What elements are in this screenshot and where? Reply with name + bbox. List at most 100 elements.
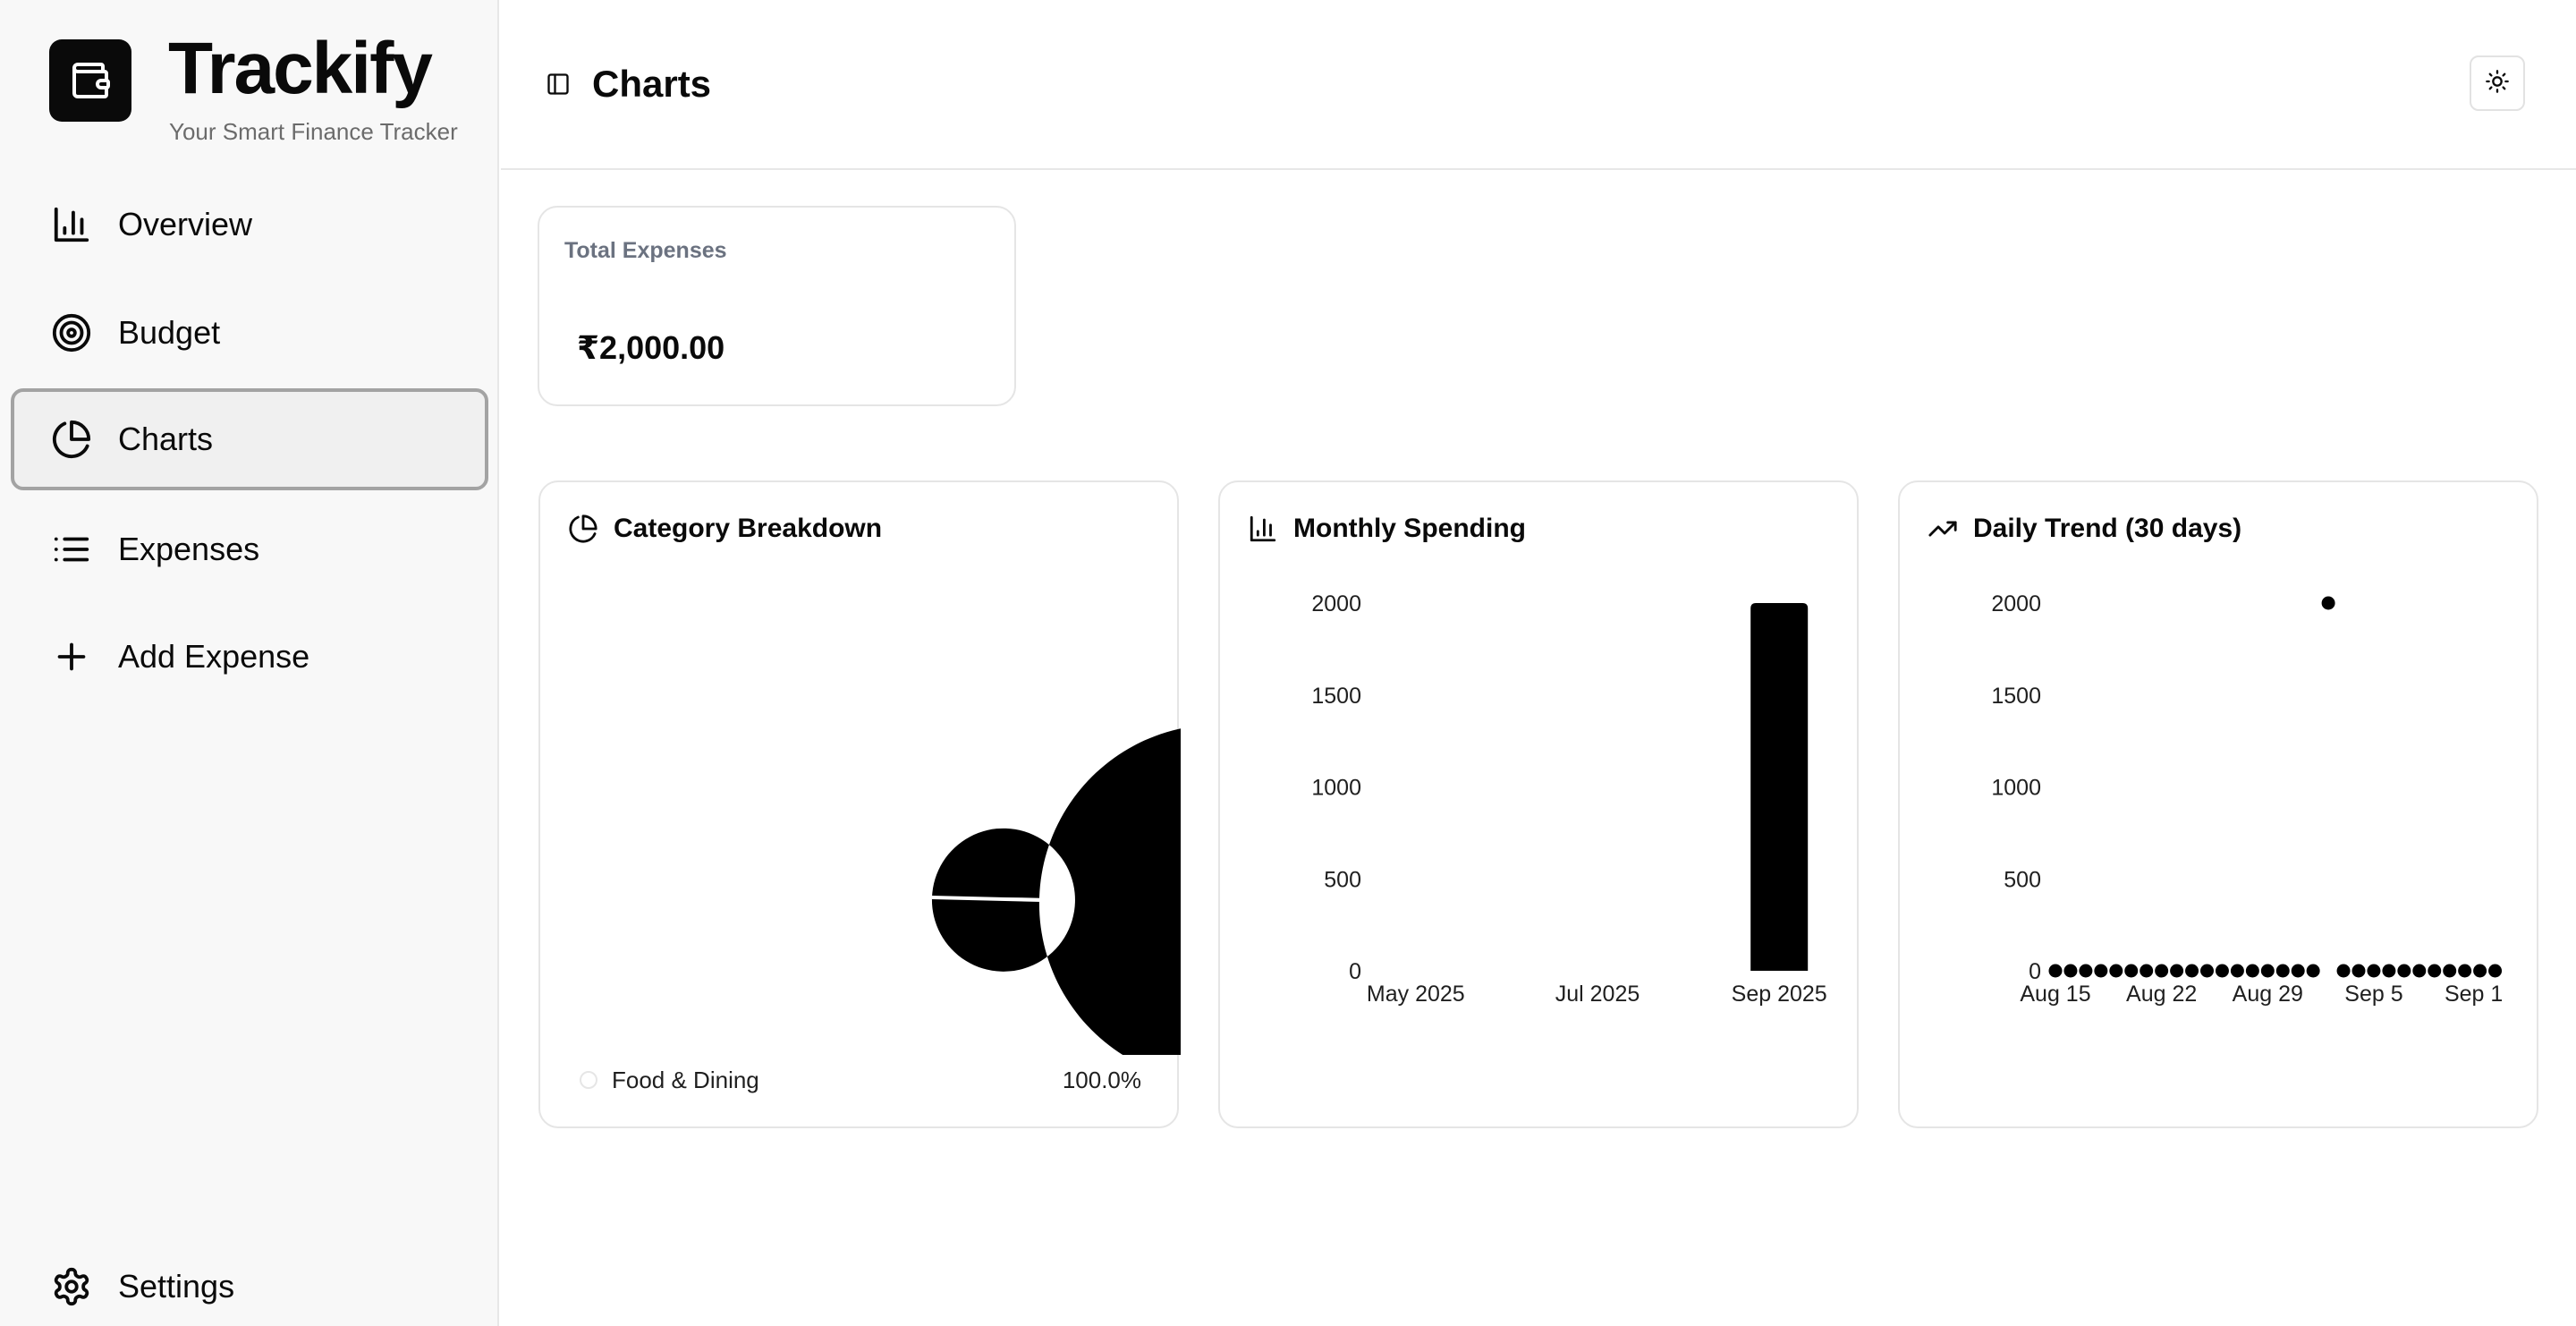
- stat-label: Total Expenses: [564, 238, 727, 263]
- sidebar-item-budget[interactable]: Budget: [11, 282, 488, 384]
- data-point: [2306, 964, 2320, 978]
- monthly-bar-chart: 0 500 1000 1500 2000 May 2025 Jul 2025 Sep 2025: [1311, 591, 1827, 1007]
- legend-swatch: [580, 1071, 597, 1089]
- data-point: [2048, 964, 2063, 978]
- page-title: Charts: [592, 63, 712, 105]
- data-point: [2275, 964, 2290, 978]
- y-tick-label: 500: [2004, 867, 2041, 892]
- data-point: [2291, 964, 2305, 978]
- sidebar-item-label: Budget: [118, 314, 221, 351]
- card-header: Daily Trend (30 days): [1925, 509, 2241, 548]
- sidebar-item-label: Expenses: [118, 531, 260, 567]
- stat-value: ₹2,000.00: [577, 329, 725, 366]
- x-tick-label: Aug 15: [2020, 982, 2090, 1007]
- pie-chart-icon: [50, 418, 93, 461]
- data-point: [2321, 596, 2335, 610]
- trending-up-icon: [1925, 511, 1961, 547]
- sidebar-item-label: Overview: [118, 206, 253, 242]
- sidebar: Trackify Your Smart Finance Tracker Over…: [0, 0, 499, 1326]
- daily-trend-card: Daily Trend (30 days) 0 500 1000 1500 2000 Au…: [1898, 480, 2538, 1128]
- theme-toggle-button[interactable]: [2470, 55, 2525, 111]
- y-tick-label: 1000: [1991, 776, 2041, 801]
- data-point: [2351, 964, 2366, 978]
- data-point: [2428, 964, 2442, 978]
- y-tick-label: 1500: [1991, 684, 2041, 709]
- app-title: Trackify: [168, 28, 433, 109]
- bar-chart-icon: [50, 203, 93, 246]
- y-tick-label: 1500: [1311, 684, 1361, 709]
- app-subtitle: Your Smart Finance Tracker: [169, 118, 458, 145]
- brand: Trackify Your Smart Finance Tracker: [49, 32, 487, 152]
- data-point: [2488, 964, 2503, 978]
- gear-icon: [50, 1265, 93, 1308]
- y-tick-label: 1000: [1311, 776, 1361, 801]
- data-point: [2063, 964, 2078, 978]
- sidebar-item-expenses[interactable]: Expenses: [11, 498, 488, 600]
- data-point: [2094, 964, 2108, 978]
- card-header: Category Breakdown: [565, 509, 882, 548]
- data-point: [2260, 964, 2275, 978]
- data-point: [2200, 964, 2214, 978]
- x-tick-label: Aug 29: [2233, 982, 2303, 1007]
- bar: [1750, 603, 1809, 971]
- data-point: [2245, 964, 2259, 978]
- pie-slice: [931, 728, 1181, 1055]
- data-point: [2458, 964, 2472, 978]
- legend-item: Food & Dining 100.0%: [580, 1062, 1141, 1098]
- legend-value: 100.0%: [1062, 1066, 1141, 1093]
- sun-icon: [2485, 69, 2510, 98]
- card-header: Monthly Spending: [1245, 509, 1526, 548]
- y-tick-label: 2000: [1311, 591, 1361, 616]
- sidebar-item-charts[interactable]: Charts: [11, 388, 488, 490]
- data-point: [2170, 964, 2184, 978]
- legend-name: Food & Dining: [612, 1066, 759, 1093]
- card-title: Monthly Spending: [1293, 514, 1526, 543]
- x-tick-label: May 2025: [1367, 982, 1465, 1007]
- sidebar-item-label: Settings: [118, 1268, 235, 1305]
- x-tick-label: Sep 5: [2344, 982, 2402, 1007]
- x-tick-label: Jul 2025: [1555, 982, 1640, 1007]
- data-point: [2473, 964, 2487, 978]
- data-point: [2367, 964, 2381, 978]
- y-tick-label: 0: [1349, 959, 1361, 984]
- data-point: [2124, 964, 2139, 978]
- sidebar-item-overview[interactable]: Overview: [11, 174, 488, 276]
- x-tick-label: Sep 12: [2445, 982, 2503, 1007]
- category-pie-chart: [931, 728, 1181, 1055]
- sidebar-toggle-icon[interactable]: [540, 66, 576, 102]
- data-point: [2382, 964, 2396, 978]
- data-point: [2109, 964, 2123, 978]
- data-point: [2185, 964, 2199, 978]
- data-point: [2336, 964, 2351, 978]
- list-icon: [50, 528, 93, 571]
- plus-icon: [50, 635, 93, 678]
- data-point: [2397, 964, 2411, 978]
- sidebar-item-add-expense[interactable]: Add Expense: [11, 606, 488, 708]
- sidebar-item-label: Charts: [118, 421, 214, 457]
- category-breakdown-card: Category Breakdown Food & Dining 100.0%: [538, 480, 1181, 1128]
- data-point: [2079, 964, 2093, 978]
- monthly-spending-card: Monthly Spending 0 500 1000 1500 2000 May 202…: [1218, 480, 1859, 1128]
- data-point: [2230, 964, 2244, 978]
- data-point: [2155, 964, 2169, 978]
- daily-trend-chart: 0 500 1000 1500 2000 Aug 15 Aug 22 Aug 29 Sep 5 S…: [1991, 591, 2503, 1007]
- bar-chart-icon: [1245, 511, 1281, 547]
- card-title: Category Breakdown: [614, 514, 883, 543]
- y-tick-label: 0: [2029, 959, 2041, 984]
- wallet-icon: [49, 39, 131, 122]
- sidebar-item-settings[interactable]: Settings: [11, 1236, 488, 1326]
- target-icon: [50, 311, 93, 354]
- y-tick-label: 2000: [1991, 591, 2041, 616]
- data-point: [2215, 964, 2229, 978]
- total-expenses-card: Total Expenses ₹2,000.00: [538, 206, 1016, 406]
- y-tick-label: 500: [1324, 867, 1361, 892]
- x-tick-label: Sep 2025: [1732, 982, 1827, 1007]
- pie-chart-icon: [565, 511, 601, 547]
- page-header: Charts: [501, 0, 2576, 170]
- data-point: [2443, 964, 2457, 978]
- data-point: [2140, 964, 2154, 978]
- data-point: [2412, 964, 2427, 978]
- card-title: Daily Trend (30 days): [1973, 514, 2242, 543]
- x-tick-label: Aug 22: [2126, 982, 2197, 1007]
- sidebar-item-label: Add Expense: [118, 638, 310, 675]
